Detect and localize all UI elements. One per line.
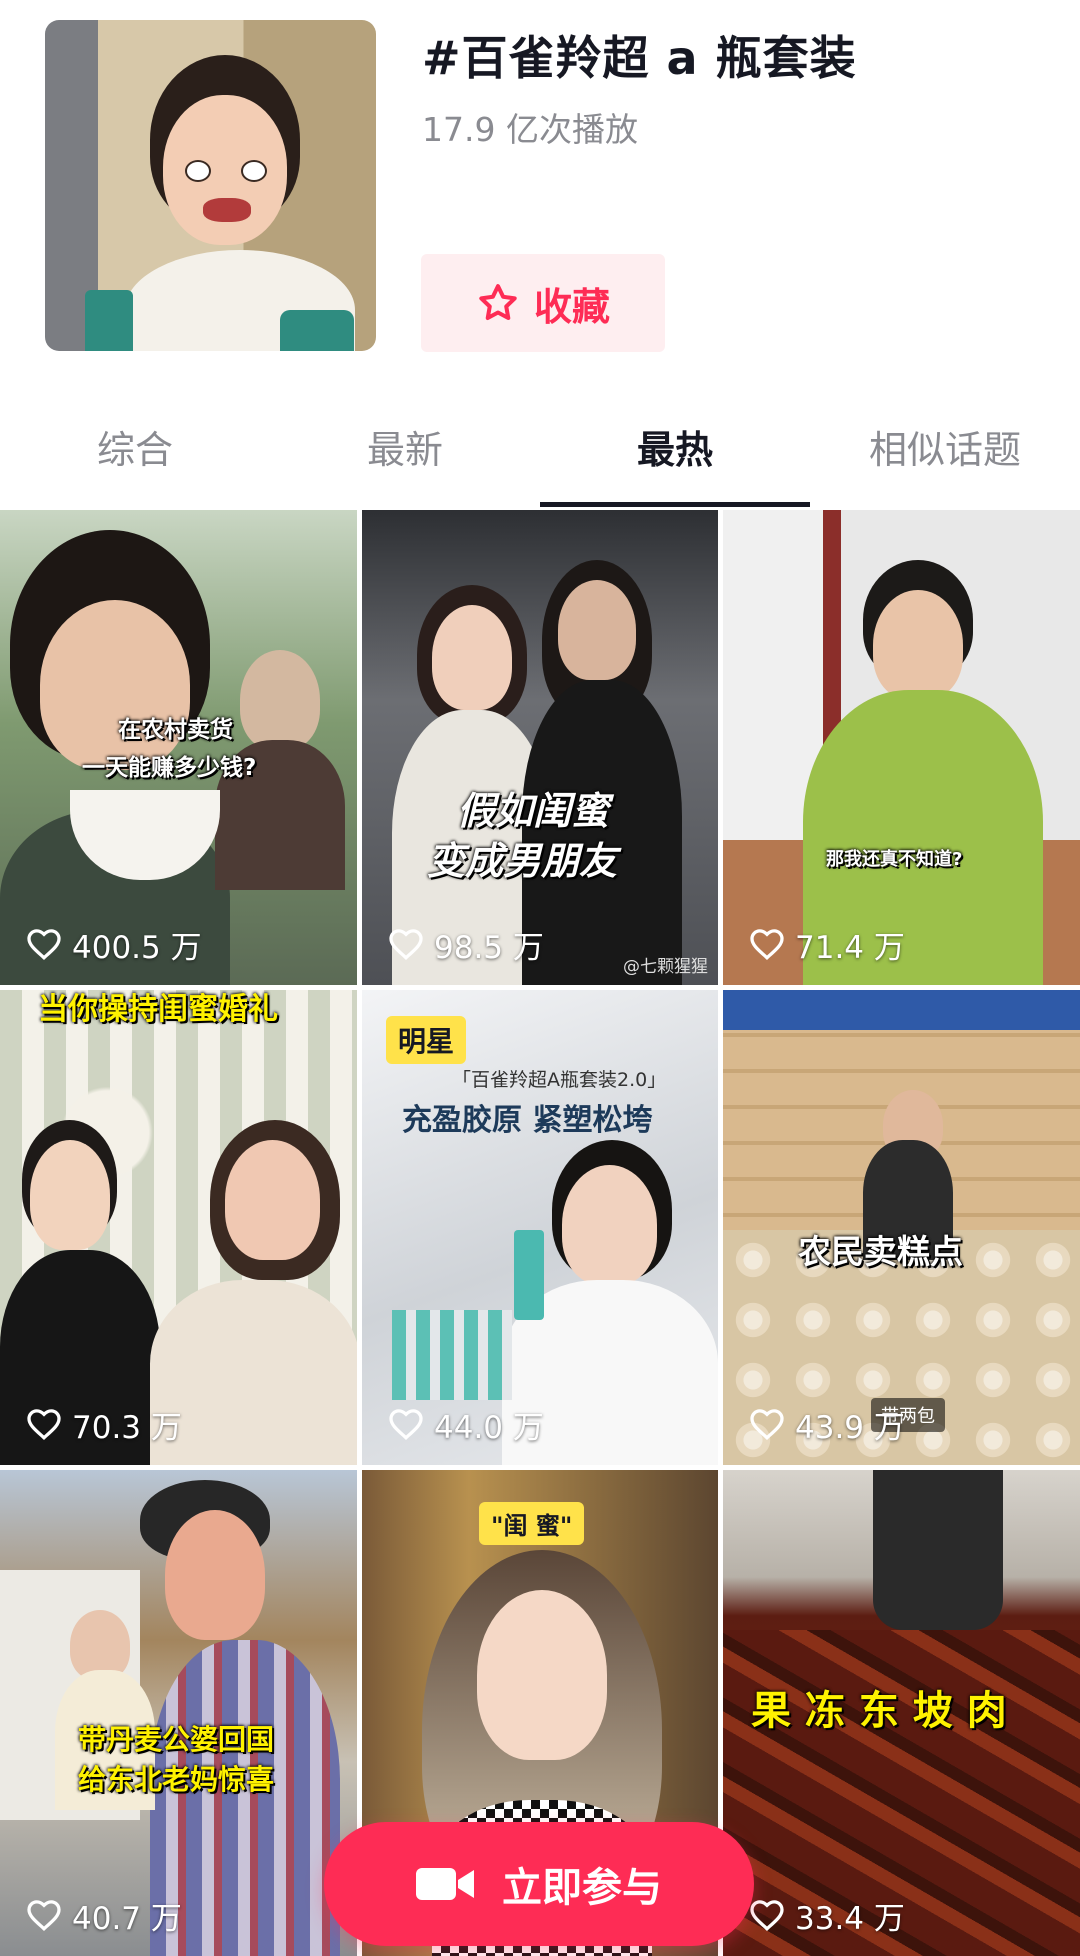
like-count: 40.7 万 xyxy=(26,1893,182,1938)
video-caption: 「百雀羚超A瓶套装2.0」 xyxy=(452,1069,667,1091)
topic-cover-image xyxy=(45,20,376,351)
join-now-label: 立即参与 xyxy=(502,1865,662,1911)
video-card[interactable]: 那我还真不知道? 71.4 万 xyxy=(723,510,1080,985)
heart-icon xyxy=(27,1899,61,1931)
like-count: 44.0 万 xyxy=(388,1402,544,1447)
video-camera-icon xyxy=(416,1868,474,1900)
heart-icon xyxy=(750,1408,784,1440)
tab-bar: 综合 最新 最热 相似话题 xyxy=(0,420,1080,510)
star-icon xyxy=(479,284,517,321)
favorite-label: 收藏 xyxy=(533,284,610,329)
heart-icon xyxy=(750,928,784,960)
video-caption: 果 冻 东 坡 肉 xyxy=(751,1688,1007,1734)
like-count: 98.5 万 xyxy=(388,922,544,967)
video-card[interactable]: 果 冻 东 坡 肉 33.4 万 xyxy=(723,1470,1080,1956)
like-count: 43.9 万 xyxy=(749,1402,905,1447)
video-caption: 给东北老妈惊喜 xyxy=(78,1763,275,1796)
video-card[interactable]: 农民卖糕点 带两包 43.9 万 xyxy=(723,990,1080,1465)
topic-title: #百雀羚超 a 瓶套装 xyxy=(422,31,857,85)
tab-hottest[interactable]: 最热 xyxy=(540,420,810,500)
video-caption: 一天能赚多少钱? xyxy=(82,755,257,781)
video-caption: 带丹麦公婆回国 xyxy=(78,1723,275,1756)
tab-similar-topics[interactable]: 相似话题 xyxy=(810,420,1080,500)
video-caption: 变成男朋友 xyxy=(427,839,618,883)
play-count: 17.9 亿次播放 xyxy=(422,110,638,149)
like-count: 33.4 万 xyxy=(749,1893,905,1938)
heart-icon xyxy=(750,1899,784,1931)
heart-icon xyxy=(27,928,61,960)
heart-icon xyxy=(27,1408,61,1440)
video-card[interactable]: 明星 「百雀羚超A瓶套装2.0」 充盈胶原 紧塑松垮 44.0 万 xyxy=(362,990,718,1465)
favorite-button[interactable]: 收藏 xyxy=(421,254,665,352)
tab-latest[interactable]: 最新 xyxy=(270,420,540,500)
video-card[interactable]: 假如闺蜜 变成男朋友 @七颗猩猩 98.5 万 xyxy=(362,510,718,985)
video-card[interactable]: 在农村卖货 一天能赚多少钱? 400.5 万 xyxy=(0,510,357,985)
video-badge: "闺 蜜" xyxy=(479,1502,585,1545)
like-count: 71.4 万 xyxy=(749,922,905,967)
watermark: @七颗猩猩 xyxy=(623,957,708,977)
video-card[interactable]: 当你操持闺蜜婚礼 70.3 万 xyxy=(0,990,357,1465)
video-grid: 在农村卖货 一天能赚多少钱? 400.5 万 假如闺蜜 变成男朋友 @七颗猩猩 … xyxy=(0,510,1080,1956)
like-count: 400.5 万 xyxy=(26,922,202,967)
video-caption: 农民卖糕点 xyxy=(798,1232,963,1271)
active-tab-indicator xyxy=(540,502,810,507)
tab-overall[interactable]: 综合 xyxy=(0,420,270,500)
video-caption: 在农村卖货 xyxy=(118,717,233,743)
heart-icon xyxy=(389,928,423,960)
video-caption: 假如闺蜜 xyxy=(457,789,610,833)
video-card[interactable]: 带丹麦公婆回国 给东北老妈惊喜 40.7 万 xyxy=(0,1470,357,1956)
like-count: 70.3 万 xyxy=(26,1402,182,1447)
video-caption: 当你操持闺蜜婚礼 xyxy=(38,992,278,1027)
video-caption: 那我还真不知道? xyxy=(826,849,963,870)
video-caption: 充盈胶原 紧塑松垮 xyxy=(402,1103,653,1138)
join-now-button[interactable]: 立即参与 xyxy=(324,1822,754,1946)
heart-icon xyxy=(389,1408,423,1440)
celebrity-badge: 明星 xyxy=(386,1016,467,1064)
